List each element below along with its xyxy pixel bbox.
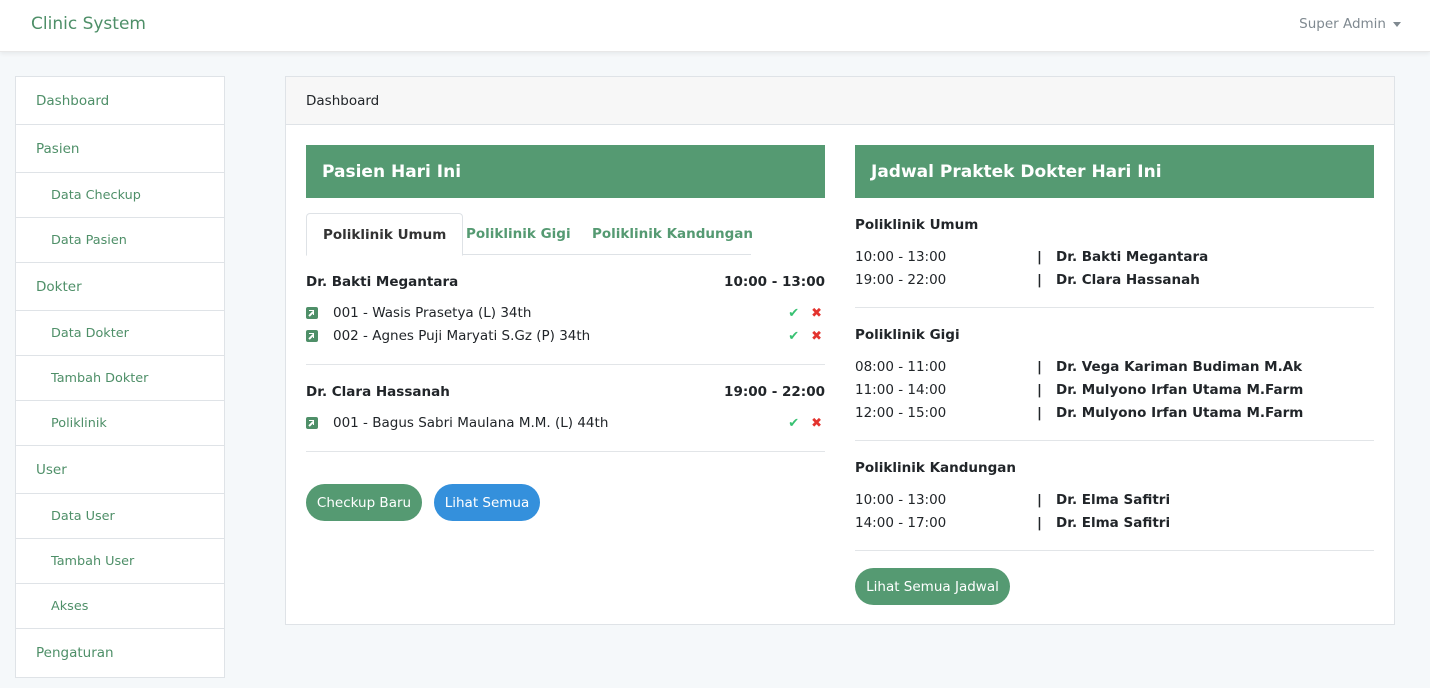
- divider: [855, 440, 1374, 441]
- schedule-time: 08:00 - 11:00: [855, 359, 947, 375]
- close-icon[interactable]: ✖: [811, 306, 822, 321]
- schedule-doctor: Dr. Vega Kariman Budiman M.Ak: [1056, 359, 1303, 375]
- schedule-time: 14:00 - 17:00: [855, 515, 947, 531]
- sidebar-item-data-user[interactable]: Data User: [16, 494, 224, 539]
- sidebar-item-user[interactable]: User: [16, 446, 224, 494]
- external-link-icon[interactable]: [306, 330, 318, 342]
- sidebar-item-dokter[interactable]: Dokter: [16, 263, 224, 311]
- user-name: Super Admin: [1299, 16, 1386, 32]
- patient-item: 001 - Bagus Sabri Maulana M.M. (L) 44th …: [306, 413, 825, 433]
- doctor-group-header: Dr. Clara Hassanah 19:00 - 22:00: [306, 382, 825, 402]
- close-icon[interactable]: ✖: [811, 416, 822, 431]
- doctor-name: Dr. Bakti Megantara: [306, 274, 459, 290]
- schedule-separator: |: [1037, 249, 1042, 265]
- schedule-doctor: Dr. Elma Safitri: [1056, 515, 1171, 531]
- schedule-separator: |: [1037, 405, 1042, 421]
- schedule-doctor: Dr. Mulyono Irfan Utama M.Farm: [1056, 382, 1304, 398]
- sidebar-item-data-checkup[interactable]: Data Checkup: [16, 173, 224, 218]
- sidebar-item-dashboard[interactable]: Dashboard: [16, 77, 224, 125]
- external-link-icon[interactable]: [306, 307, 318, 319]
- close-icon[interactable]: ✖: [811, 329, 822, 344]
- patients-panel-title: Pasien Hari Ini: [306, 145, 825, 198]
- doctor-time: 10:00 - 13:00: [724, 274, 825, 290]
- schedule-separator: |: [1037, 492, 1042, 508]
- schedule-section-title: Poliklinik Umum: [855, 217, 979, 233]
- schedule-time: 10:00 - 13:00: [855, 249, 947, 265]
- schedule-panel-title: Jadwal Praktek Dokter Hari Ini: [855, 145, 1374, 198]
- sidebar: Dashboard Pasien Data Checkup Data Pasie…: [15, 76, 225, 678]
- sidebar-item-poliklinik[interactable]: Poliklinik: [16, 401, 224, 446]
- dashboard-card: Dashboard Pasien Hari Ini Poliklinik Umu…: [285, 76, 1395, 625]
- sidebar-item-tambah-user[interactable]: Tambah User: [16, 539, 224, 584]
- divider: [306, 364, 825, 365]
- divider: [306, 451, 825, 452]
- schedule-doctor: Dr. Bakti Megantara: [1056, 249, 1209, 265]
- sidebar-item-data-dokter[interactable]: Data Dokter: [16, 311, 224, 356]
- patient-label: 001 - Wasis Prasetya (L) 34th: [333, 305, 532, 321]
- patient-label: 001 - Bagus Sabri Maulana M.M. (L) 44th: [333, 415, 609, 431]
- sidebar-item-pasien[interactable]: Pasien: [16, 125, 224, 173]
- card-header: Dashboard: [286, 77, 1394, 125]
- schedule-doctor: Dr. Elma Safitri: [1056, 492, 1171, 508]
- schedule-section-title: Poliklinik Gigi: [855, 327, 960, 343]
- check-icon[interactable]: ✔: [788, 416, 799, 431]
- patient-label: 002 - Agnes Puji Maryati S.Gz (P) 34th: [333, 328, 591, 344]
- tab-poliklinik-gigi[interactable]: Poliklinik Gigi: [450, 213, 587, 255]
- schedule-row: 08:00 - 11:00 | Dr. Vega Kariman Budiman…: [855, 357, 1375, 377]
- external-link-icon[interactable]: [306, 417, 318, 429]
- schedule-row: 12:00 - 15:00 | Dr. Mulyono Irfan Utama …: [855, 403, 1375, 423]
- patient-item: 002 - Agnes Puji Maryati S.Gz (P) 34th ✔…: [306, 326, 825, 346]
- doctor-group-header: Dr. Bakti Megantara 10:00 - 13:00: [306, 272, 825, 292]
- patient-item: 001 - Wasis Prasetya (L) 34th ✔ ✖: [306, 303, 825, 323]
- schedule-separator: |: [1037, 359, 1042, 375]
- check-icon[interactable]: ✔: [788, 329, 799, 344]
- schedule-row: 11:00 - 14:00 | Dr. Mulyono Irfan Utama …: [855, 380, 1375, 400]
- sidebar-item-tambah-dokter[interactable]: Tambah Dokter: [16, 356, 224, 401]
- doctor-time: 19:00 - 22:00: [724, 384, 825, 400]
- tab-poliklinik-kandungan[interactable]: Poliklinik Kandungan: [576, 213, 769, 255]
- check-icon[interactable]: ✔: [788, 306, 799, 321]
- sidebar-item-data-pasien[interactable]: Data Pasien: [16, 218, 224, 263]
- schedule-separator: |: [1037, 515, 1042, 531]
- schedule-row: 10:00 - 13:00 | Dr. Elma Safitri: [855, 490, 1375, 510]
- schedule-time: 11:00 - 14:00: [855, 382, 947, 398]
- lihat-semua-button[interactable]: Lihat Semua: [434, 484, 540, 521]
- checkup-baru-button[interactable]: Checkup Baru: [306, 484, 422, 521]
- schedule-section-title: Poliklinik Kandungan: [855, 460, 1017, 476]
- sidebar-item-akses[interactable]: Akses: [16, 584, 224, 629]
- sidebar-item-pengaturan[interactable]: Pengaturan: [16, 629, 224, 677]
- user-menu[interactable]: Super Admin: [1299, 16, 1401, 32]
- tab-poliklinik-umum[interactable]: Poliklinik Umum: [306, 213, 464, 256]
- schedule-time: 19:00 - 22:00: [855, 272, 947, 288]
- poliklinik-tabs: Poliklinik Umum Poliklinik Gigi Poliklin…: [306, 213, 753, 256]
- doctor-name: Dr. Clara Hassanah: [306, 384, 450, 400]
- caret-down-icon: [1393, 21, 1401, 27]
- schedule-separator: |: [1037, 272, 1042, 288]
- divider: [855, 307, 1374, 308]
- brand-logo[interactable]: Clinic System: [31, 14, 146, 34]
- divider: [855, 550, 1374, 551]
- schedule-row: 10:00 - 13:00 | Dr. Bakti Megantara: [855, 247, 1375, 267]
- schedule-doctor: Dr. Mulyono Irfan Utama M.Farm: [1056, 405, 1304, 421]
- schedule-row: 14:00 - 17:00 | Dr. Elma Safitri: [855, 513, 1375, 533]
- schedule-time: 10:00 - 13:00: [855, 492, 947, 508]
- top-navbar: Clinic System Super Admin: [0, 0, 1430, 52]
- schedule-doctor: Dr. Clara Hassanah: [1056, 272, 1200, 288]
- schedule-time: 12:00 - 15:00: [855, 405, 947, 421]
- schedule-row: 19:00 - 22:00 | Dr. Clara Hassanah: [855, 270, 1375, 290]
- schedule-separator: |: [1037, 382, 1042, 398]
- lihat-semua-jadwal-button[interactable]: Lihat Semua Jadwal: [855, 568, 1010, 605]
